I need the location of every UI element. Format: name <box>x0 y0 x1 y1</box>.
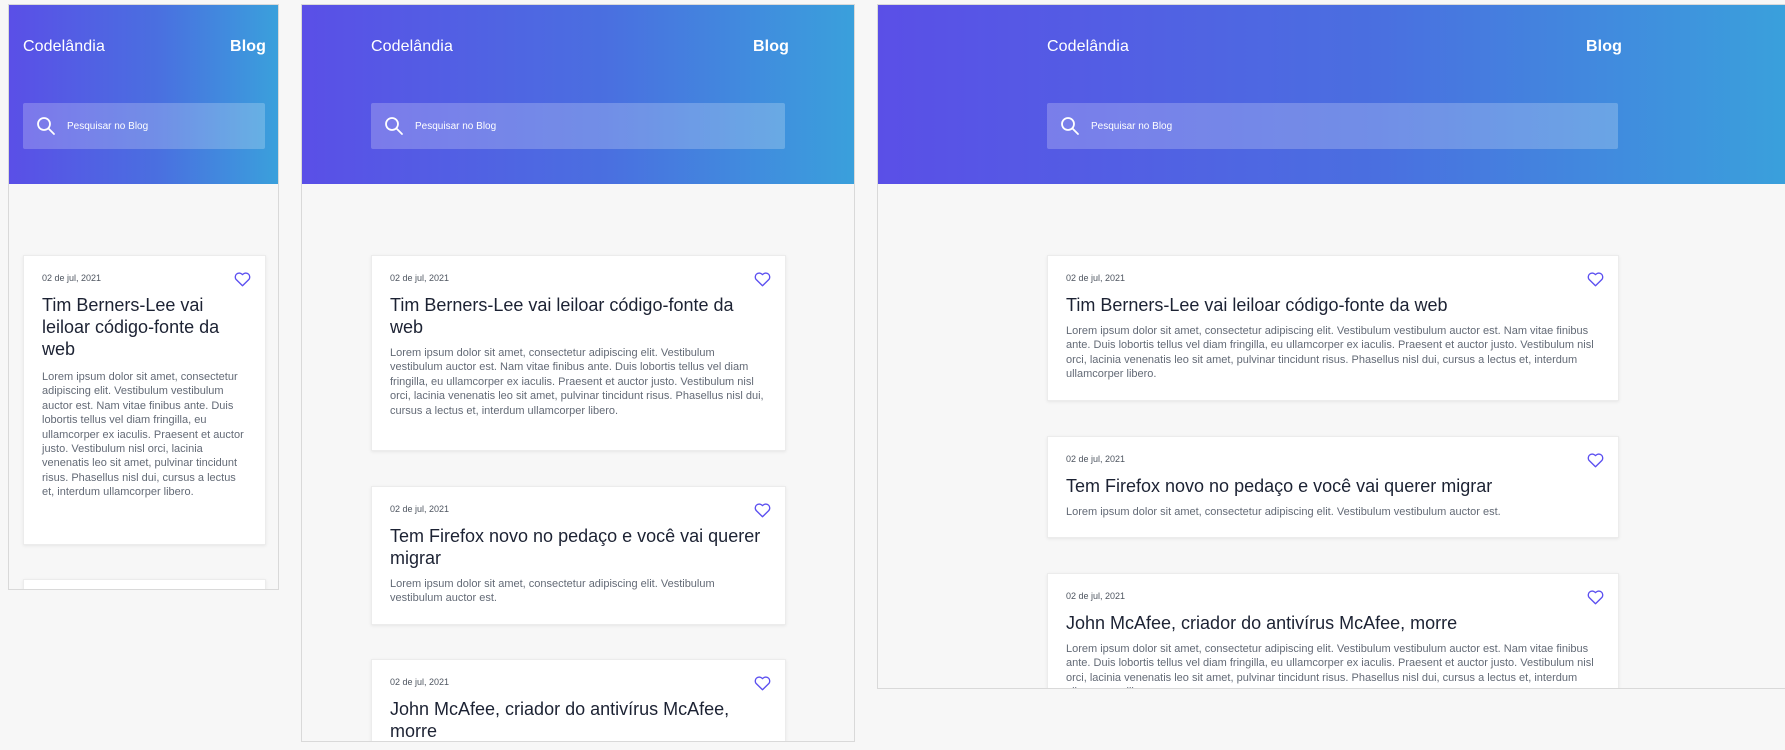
desktop-frame: Codelândia Blog Pesquisar no Blog 02 de … <box>877 4 1785 689</box>
post-card[interactable] <box>23 579 266 589</box>
post-card[interactable]: 02 de jul, 2021 Tem Firefox novo no peda… <box>1047 436 1619 538</box>
post-card[interactable]: 02 de jul, 2021 John McAfee, criador do … <box>371 659 786 741</box>
post-date: 02 de jul, 2021 <box>42 273 102 283</box>
search-placeholder: Pesquisar no Blog <box>67 120 149 132</box>
heart-icon[interactable] <box>234 271 251 287</box>
search-icon <box>36 116 56 136</box>
brand-logo[interactable]: Codelândia <box>1047 35 1129 59</box>
post-title[interactable]: Tim Berners-Lee vai leiloar código-fonte… <box>42 294 247 360</box>
post-date: 02 de jul, 2021 <box>1066 591 1126 601</box>
post-title[interactable]: Tim Berners-Lee vai leiloar código-fonte… <box>390 294 767 338</box>
heart-icon[interactable] <box>1587 589 1604 605</box>
post-excerpt: Lorem ipsum dolor sit amet, consectetur … <box>390 347 764 417</box>
post-title[interactable]: Tim Berners-Lee vai leiloar código-fonte… <box>1066 294 1600 316</box>
search-input[interactable]: Pesquisar no Blog <box>1047 103 1618 149</box>
post-card[interactable]: 02 de jul, 2021 Tem Firefox novo no peda… <box>371 486 786 625</box>
post-card[interactable]: 02 de jul, 2021 John McAfee, criador do … <box>1047 573 1619 688</box>
post-excerpt: Lorem ipsum dolor sit amet, consectetur … <box>390 578 715 605</box>
page-header: Codelândia Blog Pesquisar no Blog <box>9 5 278 184</box>
post-date: 02 de jul, 2021 <box>1066 454 1126 464</box>
post-date: 02 de jul, 2021 <box>390 273 450 283</box>
post-card[interactable]: 02 de jul, 2021 Tim Berners-Lee vai leil… <box>1047 255 1619 401</box>
search-input[interactable]: Pesquisar no Blog <box>371 103 785 149</box>
heart-icon[interactable] <box>1587 271 1604 287</box>
heart-icon[interactable] <box>754 675 771 691</box>
post-card[interactable]: 02 de jul, 2021 Tim Berners-Lee vai leil… <box>23 255 266 545</box>
tablet-frame: Codelândia Blog Pesquisar no Blog 02 de … <box>301 4 855 742</box>
heart-icon[interactable] <box>754 271 771 287</box>
nav-blog-link[interactable]: Blog <box>230 35 266 59</box>
post-title[interactable]: Tem Firefox novo no pedaço e você vai qu… <box>390 525 767 569</box>
search-icon <box>384 116 404 136</box>
search-placeholder: Pesquisar no Blog <box>1091 120 1173 132</box>
page-header: Codelândia Blog Pesquisar no Blog <box>878 5 1785 184</box>
brand-logo[interactable]: Codelândia <box>23 35 105 59</box>
heart-icon[interactable] <box>754 502 771 518</box>
post-excerpt: Lorem ipsum dolor sit amet, consectetur … <box>1066 643 1594 688</box>
mobile-frame: Codelândia Blog Pesquisar no Blog 02 de … <box>8 4 279 590</box>
brand-logo[interactable]: Codelândia <box>371 35 453 59</box>
post-date: 02 de jul, 2021 <box>390 677 450 687</box>
post-title[interactable]: Tem Firefox novo no pedaço e você vai qu… <box>1066 475 1600 497</box>
page-header: Codelândia Blog Pesquisar no Blog <box>302 5 854 184</box>
post-excerpt: Lorem ipsum dolor sit amet, consectetur … <box>1066 325 1594 381</box>
search-input[interactable]: Pesquisar no Blog <box>23 103 265 149</box>
post-title[interactable]: John McAfee, criador do antivírus McAfee… <box>1066 612 1600 634</box>
heart-icon[interactable] <box>1587 452 1604 468</box>
nav-blog-link[interactable]: Blog <box>753 35 789 59</box>
post-title[interactable]: John McAfee, criador do antivírus McAfee… <box>390 698 767 741</box>
post-excerpt: Lorem ipsum dolor sit amet, consectetur … <box>1066 506 1501 518</box>
post-date: 02 de jul, 2021 <box>1066 273 1126 283</box>
search-placeholder: Pesquisar no Blog <box>415 120 497 132</box>
search-icon <box>1060 116 1080 136</box>
nav-blog-link[interactable]: Blog <box>1586 35 1622 59</box>
post-date: 02 de jul, 2021 <box>390 504 450 514</box>
post-card[interactable]: 02 de jul, 2021 Tim Berners-Lee vai leil… <box>371 255 786 451</box>
post-excerpt: Lorem ipsum dolor sit amet, consectetur … <box>42 371 244 499</box>
